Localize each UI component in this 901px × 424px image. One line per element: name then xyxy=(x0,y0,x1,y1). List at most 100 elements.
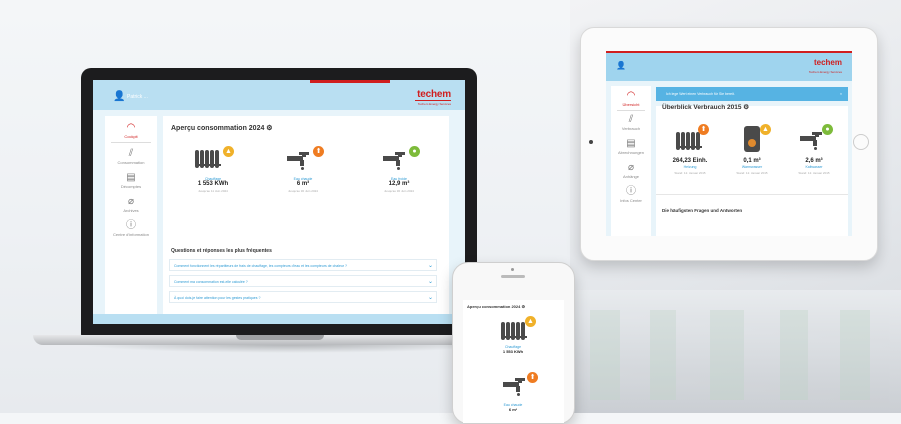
sidebar-item-consumption[interactable]: ⫽ Verbrauch xyxy=(611,114,651,131)
radiator-icon xyxy=(195,150,221,168)
tablet-camera xyxy=(589,140,593,144)
sidebar-item-label: Décomptes xyxy=(120,184,142,189)
phone-frame: Aperçu consommation 2024 ⚙ ▲ Chauffage 1… xyxy=(452,262,575,424)
gauge-icon: ◠ xyxy=(126,122,136,133)
card-hot-water[interactable]: ▲ 0,1 m³ Warmwasser Stand: 12. Januar 20… xyxy=(722,120,782,175)
user-icon[interactable]: 👤 xyxy=(616,61,626,70)
card-date: Jusqu'au 11 Juin 2024 xyxy=(198,189,228,193)
user-icon[interactable]: 👤 xyxy=(113,92,125,102)
card-value: 1 553 KWh xyxy=(502,349,524,354)
card-heating[interactable]: ⬆ 264,23 Einh. Heizung Stand: 12. Januar… xyxy=(660,120,720,175)
card-value: 264,23 Einh. xyxy=(672,158,708,164)
logo-subtitle: Techem Energy Services xyxy=(808,70,842,74)
document-icon: ▤ xyxy=(126,172,136,183)
chevron-down-icon[interactable]: ⌄ xyxy=(428,292,433,304)
info-banner: Ich lege Wert einen Verbrauch für Sie be… xyxy=(656,87,848,101)
page-title: Aperçu consommation 2024 ⚙ xyxy=(467,304,526,309)
brand-stripe xyxy=(310,80,390,83)
banner-text: Ich lege Wert einen Verbrauch für Sie be… xyxy=(666,92,735,96)
laptop-notch xyxy=(236,335,324,340)
radiator-icon xyxy=(676,132,702,150)
flame-icon: ▲ xyxy=(223,146,234,157)
sidebar-item-label: Anhänge xyxy=(622,174,639,179)
thermometer-icon: ⬆ xyxy=(527,372,538,383)
sidebar-item-label: Cockpit xyxy=(124,134,138,139)
faq-question: Comment fonctionnent les répartiteurs de… xyxy=(174,264,347,268)
card-cold-water[interactable]: ● 2,6 m³ Kaltwasser Stand: 12. Januar 20… xyxy=(784,120,844,175)
phone-camera xyxy=(511,268,514,271)
logo-subtitle: Techem Energy Services xyxy=(417,102,451,106)
faq-title: Questions et réponses les plus fréquente… xyxy=(171,248,272,254)
tablet-home-button[interactable] xyxy=(853,134,869,150)
card-heating[interactable]: ▲ Chauffage 1 553 KWh xyxy=(477,314,549,354)
chevron-down-icon[interactable]: ⌄ xyxy=(428,260,433,272)
tap-icon xyxy=(383,152,411,170)
info-icon: ⓘ xyxy=(626,186,636,197)
faq-question: À quoi dois-je faire attention pour les … xyxy=(174,296,261,300)
boiler-icon xyxy=(744,126,760,152)
chevron-down-icon[interactable]: ⌄ xyxy=(428,276,433,288)
main-panel: Überblick Verbrauch 2015 ⚙ ⬆ 264,23 Einh… xyxy=(656,104,848,236)
faq-title: Die häufigsten Fragen und Antworten xyxy=(662,208,743,213)
laptop-screen: 👤 Patrick ... techem Techem Energy Servi… xyxy=(93,80,465,324)
faq-item[interactable]: Comment ma consommation est-elle calculé… xyxy=(169,275,437,287)
card-value: 1 553 KWh xyxy=(197,181,229,187)
radiator-icon xyxy=(501,322,527,340)
sidebar-item-label: Centre d'information xyxy=(113,232,149,237)
paperclip-icon: ⌀ xyxy=(627,162,635,173)
card-label: Heizung xyxy=(683,165,697,169)
card-cold-water[interactable]: ● Eau froide 12,9 m³ Jusqu'au 30 Juin 20… xyxy=(359,140,439,193)
techem-logo[interactable]: techem xyxy=(417,89,451,100)
sidebar-item-label: Verbrauch xyxy=(621,126,641,131)
main-panel: Aperçu consommation 2024 ⚙ ▲ Chauffage 1… xyxy=(163,116,449,324)
flame-icon: ▲ xyxy=(760,124,771,135)
paperclip-icon: ⌀ xyxy=(127,196,135,207)
card-heating[interactable]: ▲ Chauffage 1 553 KWh Jusqu'au 11 Juin 2… xyxy=(173,140,253,193)
techem-logo[interactable]: techem xyxy=(814,58,842,67)
card-label: Warmwasser xyxy=(741,165,763,169)
faq-question: Comment ma consommation est-elle calculé… xyxy=(174,280,248,284)
water-drop-icon: ● xyxy=(822,124,833,135)
tablet-screen: 👤 techem Techem Energy Services ◠ Übersi… xyxy=(606,51,852,236)
thermometer-icon: ⬆ xyxy=(313,146,324,157)
card-value: 2,6 m³ xyxy=(805,158,823,164)
card-label: Kaltwasser xyxy=(805,165,823,169)
info-icon: ⓘ xyxy=(126,220,136,231)
chart-icon: ⫽ xyxy=(128,148,134,159)
card-date: Stand: 12. Januar 2015 xyxy=(798,171,830,175)
card-value: 6 m³ xyxy=(296,181,310,187)
tablet-frame: 👤 techem Techem Energy Services ◠ Übersi… xyxy=(580,27,878,261)
sidebar-item-info-center[interactable]: ⓘ Infos Center xyxy=(611,186,651,203)
footer-bar xyxy=(93,314,465,324)
chart-icon: ⫽ xyxy=(628,114,634,125)
sidebar-item-label: Übersicht xyxy=(622,102,640,107)
gauge-icon: ◠ xyxy=(626,90,636,101)
faq-item[interactable]: Comment fonctionnent les répartiteurs de… xyxy=(169,259,437,271)
sidebar-item-info-center[interactable]: ⓘ Centre d'information xyxy=(105,220,157,237)
faq-item[interactable]: À quoi dois-je faire attention pour les … xyxy=(169,291,437,303)
user-name[interactable]: Patrick ... xyxy=(127,94,148,100)
card-hot-water[interactable]: ⬆ Eau chaude 6 m³ Jusqu'au 30 Juin 2024 xyxy=(263,140,343,193)
sidebar: ◠ Übersicht ⫽ Verbrauch ▤ Abrechnungen ⌀… xyxy=(611,86,651,236)
sidebar-item-attachments[interactable]: ⌀ Anhänge xyxy=(611,162,651,179)
tap-icon xyxy=(800,132,828,150)
sidebar-item-cockpit[interactable]: ◠ Cockpit xyxy=(105,122,157,143)
sidebar-item-label: Infos Center xyxy=(620,198,642,203)
sidebar-item-overview[interactable]: ◠ Übersicht xyxy=(611,90,651,111)
sidebar-item-consommation[interactable]: ⫽ Consommation xyxy=(105,148,157,165)
card-hot-water[interactable]: ⬆ Eau chaude 6 m³ xyxy=(477,372,549,412)
top-bar: 👤 techem Techem Energy Services xyxy=(606,51,852,81)
sidebar-item-label: Consommation xyxy=(117,160,145,165)
background-document xyxy=(570,290,901,413)
card-date: Jusqu'au 30 Juin 2024 xyxy=(288,189,318,193)
sidebar-item-decomptes[interactable]: ▤ Décomptes xyxy=(105,172,157,189)
sidebar-item-archives[interactable]: ⌀ Archives xyxy=(105,196,157,213)
close-icon[interactable]: × xyxy=(840,87,842,101)
water-drop-icon: ● xyxy=(409,146,420,157)
sidebar-item-label: Abrechnungen xyxy=(617,150,645,155)
sidebar-item-statements[interactable]: ▤ Abrechnungen xyxy=(611,138,651,155)
tap-icon xyxy=(503,378,531,396)
top-bar: 👤 Patrick ... techem Techem Energy Servi… xyxy=(93,80,465,110)
flame-icon: ▲ xyxy=(525,316,536,327)
logo-underline xyxy=(415,100,451,101)
